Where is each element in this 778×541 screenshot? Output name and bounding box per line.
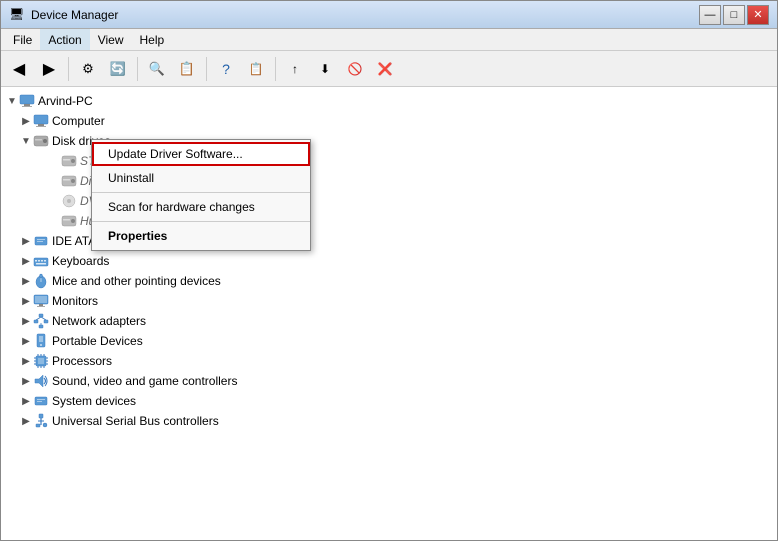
menu-view[interactable]: View [90, 29, 132, 50]
toolbar-disable[interactable]: 🚫 [341, 55, 369, 83]
expander-computer[interactable]: ▶ [19, 114, 33, 128]
ctx-properties[interactable]: Properties [92, 224, 310, 248]
tree-item-monitors[interactable]: ▶ Monitors [1, 291, 777, 311]
icon-computer [19, 93, 35, 109]
toolbar-sep-4 [275, 57, 276, 81]
label-portable: Portable Devices [52, 334, 143, 348]
expander-arvindpc[interactable]: ▼ [5, 94, 19, 108]
tree-item-mice[interactable]: ▶ Mice and other pointing devices [1, 271, 777, 291]
close-button[interactable]: ✕ [747, 5, 769, 25]
icon-portable [33, 333, 49, 349]
window-title: Device Manager [31, 8, 118, 22]
icon-network [33, 313, 49, 329]
title-bar: 🖥 Device Manager — □ ✕ [1, 1, 777, 29]
tree-item-usb[interactable]: ▶ Universal Serial Bus controllers [1, 411, 777, 431]
menu-help[interactable]: Help [132, 29, 173, 50]
ctx-separator [92, 192, 310, 193]
icon-dvd [61, 193, 77, 209]
label-monitors: Monitors [52, 294, 98, 308]
expander-sound[interactable]: ▶ [19, 374, 33, 388]
icon-disk1 [61, 153, 77, 169]
icon-keyboards [33, 253, 49, 269]
label-processors: Processors [52, 354, 112, 368]
window-controls: — □ ✕ [699, 5, 769, 25]
label-computer: Computer [52, 114, 105, 128]
context-menu: Update Driver Software... Uninstall Scan… [91, 139, 311, 251]
toolbar-btn6[interactable]: ⬇ [311, 55, 339, 83]
icon-diskdrives [33, 133, 49, 149]
toolbar-properties[interactable]: ⚙ [74, 55, 102, 83]
expander-keyboards[interactable]: ▶ [19, 254, 33, 268]
toolbar-sep-3 [206, 57, 207, 81]
icon-computer-sub [33, 113, 49, 129]
icon-disk2 [61, 173, 77, 189]
expander-mice[interactable]: ▶ [19, 274, 33, 288]
icon-processors [33, 353, 49, 369]
main-content: ▼ Arvind-PC ▶ Computer [1, 87, 777, 540]
tree-item-processors[interactable]: ▶ Proces [1, 351, 777, 371]
icon-monitors [33, 293, 49, 309]
tree-item-sound[interactable]: ▶ Sound, video and game controllers [1, 371, 777, 391]
expander-system[interactable]: ▶ [19, 394, 33, 408]
label-usb: Universal Serial Bus controllers [52, 414, 219, 428]
label-keyboards: Keyboards [52, 254, 109, 268]
toolbar-forward[interactable]: ▶ [35, 55, 63, 83]
ctx-scan-hardware[interactable]: Scan for hardware changes [92, 195, 310, 219]
menu-action[interactable]: Action [40, 29, 89, 50]
menu-bar: File Action View Help [1, 29, 777, 51]
tree-item-keyboards[interactable]: ▶ Keyboards [1, 251, 777, 271]
icon-sound [33, 373, 49, 389]
expander-disk1 [47, 154, 61, 168]
expander-usb[interactable]: ▶ [19, 414, 33, 428]
icon-system [33, 393, 49, 409]
label-mice: Mice and other pointing devices [52, 274, 221, 288]
tree-item-network[interactable]: ▶ Network adapters [1, 311, 777, 331]
ctx-separator-2 [92, 221, 310, 222]
tree-item-system[interactable]: ▶ System devices [1, 391, 777, 411]
ctx-uninstall[interactable]: Uninstall [92, 166, 310, 190]
label-sound: Sound, video and game controllers [52, 374, 237, 388]
expander-network[interactable]: ▶ [19, 314, 33, 328]
toolbar-sep-2 [137, 57, 138, 81]
label-network: Network adapters [52, 314, 146, 328]
tree-item-computer[interactable]: ▶ Computer [1, 111, 777, 131]
label-system: System devices [52, 394, 136, 408]
toolbar-scan[interactable]: 🔍 [143, 55, 171, 83]
minimize-button[interactable]: — [699, 5, 721, 25]
toolbar-back[interactable]: ◀ [5, 55, 33, 83]
menu-file[interactable]: File [5, 29, 40, 50]
expander-diskdrives[interactable]: ▼ [19, 134, 33, 148]
icon-usb [33, 413, 49, 429]
icon-ide [33, 233, 49, 249]
toolbar-btn5[interactable]: ↑ [281, 55, 309, 83]
label-arvindpc: Arvind-PC [38, 94, 93, 108]
toolbar-update[interactable]: 🔄 [104, 55, 132, 83]
icon-hu [61, 213, 77, 229]
device-manager-window: 🖥 Device Manager — □ ✕ File Action View … [0, 0, 778, 541]
maximize-button[interactable]: □ [723, 5, 745, 25]
expander-monitors[interactable]: ▶ [19, 294, 33, 308]
icon-mice [33, 273, 49, 289]
toolbar-uninstall[interactable]: ❌ [371, 55, 399, 83]
toolbar-sep-1 [68, 57, 69, 81]
ctx-update-driver[interactable]: Update Driver Software... [92, 142, 310, 166]
app-icon: 🖥 [9, 7, 25, 23]
toolbar: ◀ ▶ ⚙ 🔄 🔍 📋 ? 📋 ↑ ⬇ 🚫 ❌ [1, 51, 777, 87]
toolbar-add[interactable]: 📋 [173, 55, 201, 83]
tree-item-portable[interactable]: ▶ Portable Devices [1, 331, 777, 351]
expander-portable[interactable]: ▶ [19, 334, 33, 348]
title-bar-left: 🖥 Device Manager [9, 7, 118, 23]
expander-ide[interactable]: ▶ [19, 234, 33, 248]
toolbar-help1[interactable]: ? [212, 55, 240, 83]
expander-processors[interactable]: ▶ [19, 354, 33, 368]
tree-item-arvindpc[interactable]: ▼ Arvind-PC [1, 91, 777, 111]
toolbar-help2[interactable]: 📋 [242, 55, 270, 83]
